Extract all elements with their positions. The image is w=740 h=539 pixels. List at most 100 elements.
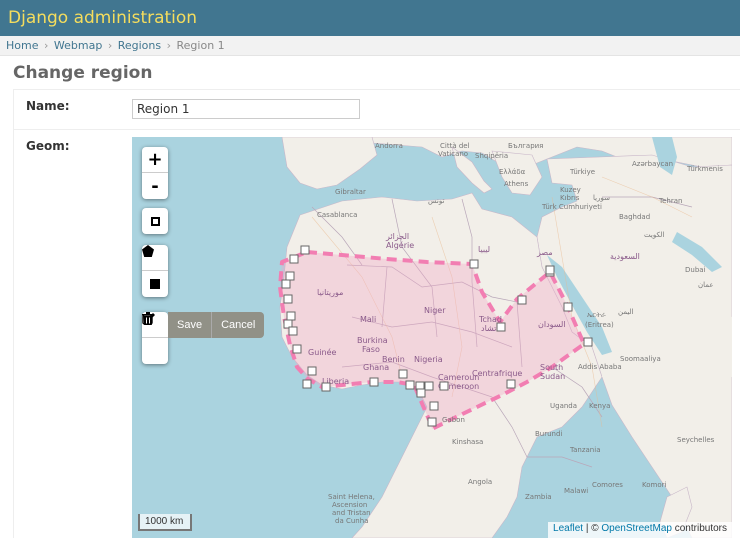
vertex-handle — [496, 322, 506, 332]
map-label: Tanzania — [569, 446, 600, 454]
map-label: ليبيا — [478, 245, 490, 254]
zoom-in-button[interactable]: + — [142, 147, 168, 173]
map-label: Gibraltar — [335, 188, 366, 196]
site-branding[interactable]: Django administration — [8, 8, 197, 28]
breadcrumb-separator: › — [43, 39, 49, 52]
vertex-handle — [288, 326, 298, 336]
filled-square-icon — [150, 279, 160, 289]
vertex-handle — [506, 379, 516, 389]
map-label: Mali — [360, 315, 376, 324]
map-label: Zambia — [525, 493, 552, 501]
map-label: ኤርትራ — [587, 311, 606, 319]
map-label: Angola — [468, 478, 492, 486]
map-label: Türkmenis — [686, 165, 723, 173]
vertex-handle — [302, 379, 312, 389]
draw-polygon-button[interactable] — [142, 245, 168, 271]
map-label: الجزائر — [385, 232, 409, 241]
map-label: Kenya — [589, 402, 610, 410]
map-label: Nigeria — [414, 355, 443, 364]
map-label: Centrafrique — [472, 369, 522, 378]
name-label: Name: — [26, 99, 70, 113]
map-label: Gabon — [442, 416, 465, 424]
map-label: Burundi — [535, 430, 562, 438]
map-label: تونس — [428, 197, 444, 205]
vertex-handle — [583, 337, 593, 347]
geom-map[interactable]: Andorra Città del Vaticano Shqipëria Бъл… — [132, 137, 732, 538]
edit-control — [142, 312, 168, 364]
vertex-handle — [292, 344, 302, 354]
map-label: Kuzey — [560, 186, 581, 194]
map-label: Città del — [440, 142, 470, 150]
map-label: Komori — [642, 481, 667, 489]
vertex-handle — [429, 401, 439, 411]
attribution-separator: | © — [583, 523, 602, 534]
page-title: Change region — [13, 63, 153, 83]
vertex-handle — [289, 254, 299, 264]
vertex-handle — [300, 245, 310, 255]
breadcrumb-current: Region 1 — [176, 39, 225, 52]
osm-link[interactable]: OpenStreetMap — [601, 523, 672, 534]
map-label: Guinée — [308, 347, 336, 357]
map-label: Ghana — [363, 363, 389, 372]
breadcrumb-model-link[interactable]: Regions — [118, 39, 161, 52]
edit-save-button[interactable]: Save — [168, 312, 212, 338]
map-label: Soomaaliya — [620, 355, 661, 363]
draw-marker-control — [142, 208, 168, 234]
map-label: Türkiye — [569, 168, 595, 176]
vertex-handle — [545, 265, 555, 275]
map-label: and Tristan — [332, 509, 371, 517]
attribution-tail: contributors — [671, 523, 727, 534]
geom-label: Geom: — [26, 139, 70, 153]
iberia-landmass — [281, 137, 378, 190]
map-label: موريتانيا — [317, 288, 343, 297]
map-label: Andorra — [375, 142, 403, 150]
map-label: Addis Ababa — [578, 363, 622, 371]
map-label: Azərbaycan — [632, 160, 673, 168]
vertex-handle — [283, 294, 293, 304]
map-label: Comores — [592, 481, 623, 489]
map-label: Baghdad — [619, 213, 650, 221]
map-attribution: Leaflet | © OpenStreetMap contributors — [548, 522, 732, 538]
breadcrumb-home-link[interactable]: Home — [6, 39, 38, 52]
map-label: Athens — [504, 180, 529, 188]
breadcrumb-app-link[interactable]: Webmap — [54, 39, 102, 52]
vertex-handle — [321, 382, 331, 392]
vertex-handle — [563, 302, 573, 312]
map-label: Niger — [424, 306, 446, 315]
map-label: السودان — [538, 320, 566, 329]
delete-layers-button[interactable] — [142, 312, 168, 364]
scale-bar: 1000 km — [138, 514, 192, 531]
map-label: اليمن — [618, 308, 634, 316]
map-label: Burkina — [357, 336, 388, 345]
map-label: Casablanca — [317, 211, 357, 219]
draw-shape-control — [142, 245, 168, 297]
map-label: مصر — [536, 248, 553, 257]
form-row-name: Name: — [14, 90, 740, 130]
trash-icon — [142, 312, 154, 325]
map-label: Seychelles — [677, 436, 715, 444]
map-label: السعودية — [610, 252, 640, 261]
zoom-out-button[interactable]: - — [142, 173, 168, 199]
vertex-handle — [398, 369, 408, 379]
header: Django administration — [0, 0, 740, 36]
vertex-handle — [307, 366, 317, 376]
draw-marker-button[interactable] — [142, 208, 168, 234]
map-label: الكويت — [644, 231, 664, 239]
vertex-handle — [369, 377, 379, 387]
name-input[interactable] — [132, 99, 360, 119]
vertex-handle — [424, 381, 434, 391]
map-label: تشاد — [481, 324, 496, 333]
edit-cancel-button[interactable]: Cancel — [211, 312, 265, 338]
leaflet-link[interactable]: Leaflet — [553, 523, 583, 534]
map-label: Sudan — [540, 372, 565, 381]
breadcrumb-separator: › — [107, 39, 113, 52]
zoom-control: + - — [142, 147, 168, 199]
vertex-handle — [416, 388, 426, 398]
map-label: Malawi — [564, 487, 588, 495]
map-label: Dubai — [685, 266, 706, 274]
map-label: Uganda — [550, 402, 577, 410]
draw-rectangle-button[interactable] — [142, 271, 168, 297]
vertex-handle — [405, 380, 415, 390]
map-label: Saint Helena, — [328, 493, 375, 501]
vertex-handle — [427, 417, 437, 427]
